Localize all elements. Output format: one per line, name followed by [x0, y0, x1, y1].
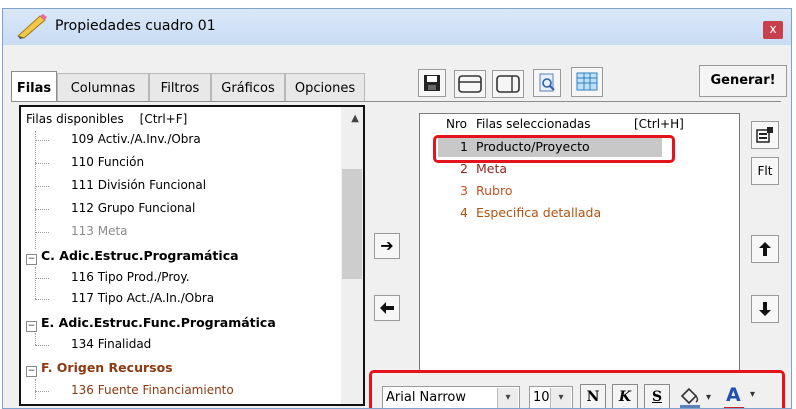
- arrow-right-icon: ➔: [380, 236, 394, 255]
- pencil-app-icon: [17, 14, 47, 39]
- list-item[interactable]: 116 Tipo Prod./Proy.: [71, 270, 190, 284]
- list-item[interactable]: 117 Tipo Act./A.In./Obra: [71, 291, 214, 305]
- group-header[interactable]: E. Adic.Estruc.Func.Programática: [41, 315, 276, 330]
- available-header-label: Filas disponibles: [26, 112, 124, 126]
- collapse-icon[interactable]: −: [26, 254, 37, 265]
- move-down-button[interactable]: [751, 295, 779, 323]
- remove-row-button[interactable]: [374, 295, 400, 321]
- selected-header-shortcut: [Ctrl+H]: [634, 117, 684, 131]
- layout-rows-icon: [458, 75, 482, 93]
- list-item[interactable]: 110 Función: [71, 155, 144, 169]
- window-title: Propiedades cuadro 01: [55, 18, 216, 34]
- scroll-thumb[interactable]: [342, 169, 362, 279]
- tab-graficos[interactable]: Gráficos: [211, 73, 285, 103]
- available-rows-list[interactable]: Filas disponibles [Ctrl+F] ▲ 109 Activ./…: [19, 105, 365, 406]
- row-number: 4: [460, 205, 468, 220]
- list-item[interactable]: 113 Meta: [71, 224, 128, 238]
- preview-button[interactable]: [533, 69, 561, 97]
- group-header[interactable]: F. Origen Recursos: [41, 360, 173, 375]
- collapse-icon[interactable]: −: [26, 366, 37, 377]
- grid-icon: [576, 72, 598, 91]
- tab-filas[interactable]: Filas: [11, 71, 57, 104]
- available-list-header: Filas disponibles [Ctrl+F]: [26, 112, 187, 126]
- selected-header-label: Filas seleccionadas: [476, 117, 591, 131]
- tab-opciones[interactable]: Opciones: [285, 73, 365, 103]
- row-number: 3: [460, 183, 468, 198]
- save-icon: [424, 75, 440, 91]
- list-item[interactable]: 111 División Funcional: [71, 178, 206, 192]
- list-item[interactable]: 109 Activ./A.Inv./Obra: [71, 132, 201, 146]
- title-bar: Propiedades cuadro 01 x: [3, 9, 791, 45]
- arrow-down-icon: [759, 302, 771, 316]
- grid-button[interactable]: [571, 67, 603, 97]
- properties-button[interactable]: [751, 121, 779, 149]
- list-item[interactable]: 134 Finalidad: [71, 337, 151, 351]
- move-up-button[interactable]: [751, 235, 779, 263]
- collapse-icon[interactable]: −: [26, 321, 37, 332]
- scroll-up-icon[interactable]: ▲: [351, 113, 359, 124]
- arrow-up-icon: [759, 242, 771, 256]
- generate-button[interactable]: Generar!: [699, 65, 787, 97]
- properties-icon: [756, 127, 773, 143]
- row-label: Rubro: [476, 183, 513, 198]
- available-scrollbar[interactable]: ▲: [341, 107, 363, 404]
- layout-columns-button[interactable]: [492, 70, 524, 98]
- selected-list-header: Nro Filas seleccionadas [Ctrl+H]: [420, 114, 739, 134]
- tab-filtros[interactable]: Filtros: [149, 73, 211, 103]
- group-header[interactable]: C. Adic.Estruc.Programática: [41, 248, 239, 263]
- highlight-font-bar: [369, 370, 785, 408]
- close-button[interactable]: x: [763, 21, 783, 39]
- save-button[interactable]: [418, 69, 446, 97]
- highlight-selected-row: [433, 135, 675, 163]
- preview-icon: [539, 73, 555, 92]
- list-item[interactable]: 112 Grupo Funcional: [71, 201, 195, 215]
- selected-row[interactable]: 4 Especifica detallada: [438, 202, 662, 223]
- layout-rows-button[interactable]: [454, 70, 486, 98]
- tab-columnas[interactable]: Columnas: [57, 73, 149, 103]
- list-item[interactable]: 136 Fuente Financiamiento: [71, 383, 234, 397]
- selected-row[interactable]: 3 Rubro: [438, 180, 662, 201]
- col-nro-label: Nro: [446, 117, 467, 131]
- add-row-button[interactable]: ➔: [374, 233, 400, 259]
- arrow-left-icon: [380, 302, 394, 314]
- layout-columns-icon: [496, 75, 520, 93]
- properties-window: Propiedades cuadro 01 x Filas Columnas F…: [2, 8, 792, 409]
- row-label: Especifica detallada: [476, 205, 602, 220]
- filter-button[interactable]: Flt: [751, 157, 779, 185]
- available-header-shortcut: [Ctrl+F]: [139, 112, 188, 126]
